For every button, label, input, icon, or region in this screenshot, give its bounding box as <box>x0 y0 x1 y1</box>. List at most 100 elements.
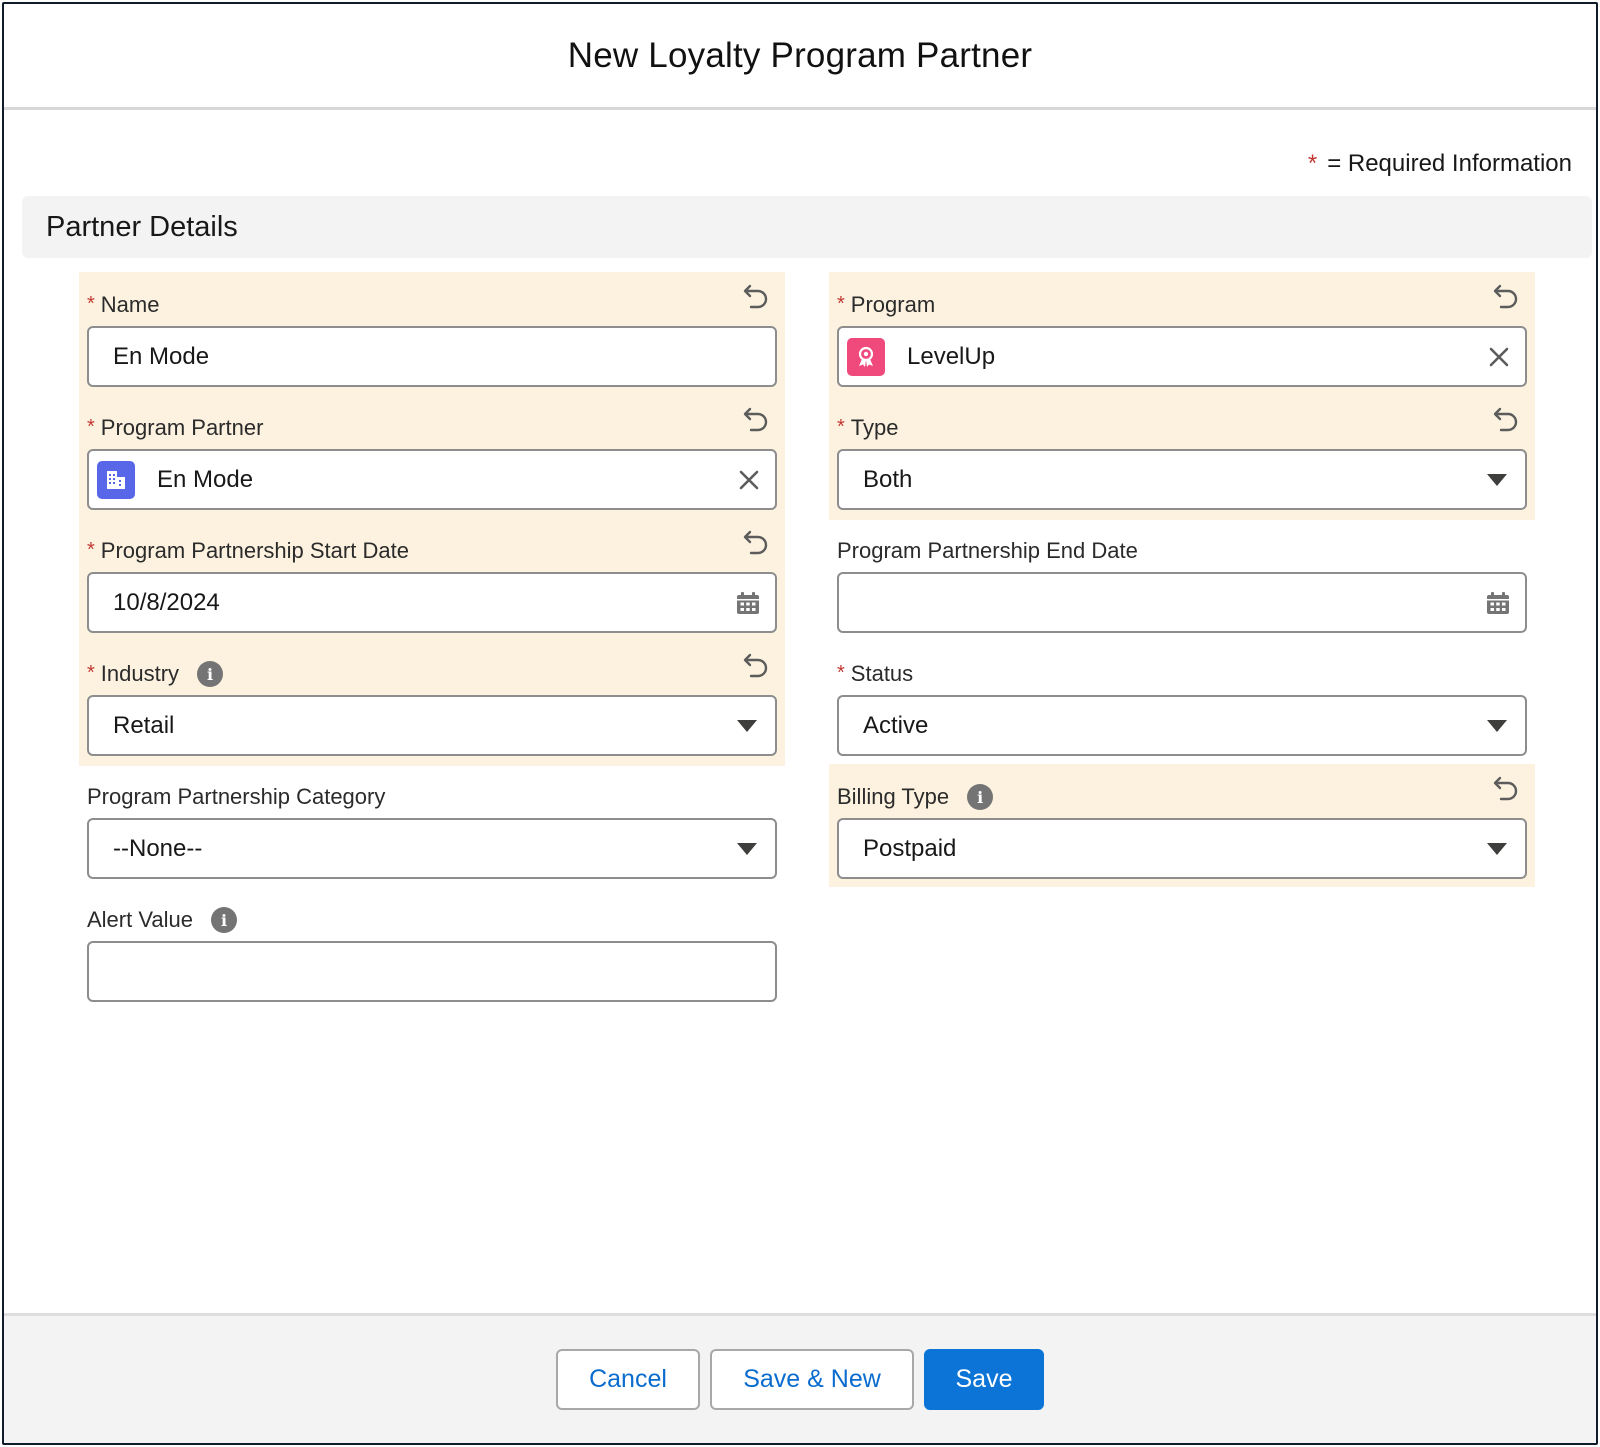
select-value: Postpaid <box>863 834 957 862</box>
field-label: Program Partnership Category <box>87 784 386 809</box>
field-industry: * Industry i Retail <box>79 641 785 766</box>
required-info-text: = Required Information <box>1327 150 1572 177</box>
label-row: Program Partnership Category <box>87 764 777 818</box>
field-label: Name <box>100 292 160 317</box>
close-icon[interactable] <box>1487 345 1511 369</box>
trail <box>1485 590 1511 616</box>
chevron-down-icon <box>737 842 757 855</box>
section-partner-details[interactable]: Partner Details <box>22 196 1592 258</box>
required-marker: * <box>837 293 845 315</box>
start-date-input[interactable]: 10/8/2024 <box>87 572 777 633</box>
input-value: En Mode <box>157 465 254 493</box>
award-icon <box>847 337 885 376</box>
undo-icon[interactable] <box>741 403 771 433</box>
field-type: * Type Both <box>829 395 1535 520</box>
undo-icon[interactable] <box>741 280 771 310</box>
required-marker: * <box>87 539 95 561</box>
select-value: Both <box>863 465 913 493</box>
chevron-down-icon <box>1487 719 1507 732</box>
program-partner-lookup[interactable]: En Mode <box>87 449 777 510</box>
label-row: * Program Partner <box>87 395 777 449</box>
field-label: Program Partner <box>100 415 264 440</box>
end-date-input[interactable] <box>837 572 1527 633</box>
chevron-down-icon <box>737 719 757 732</box>
info-icon[interactable]: i <box>210 907 237 933</box>
label-row: Program Partnership End Date <box>837 518 1527 572</box>
field-label: Alert Value <box>87 907 193 932</box>
select-value: Active <box>863 711 929 739</box>
label-row: Alert Value i <box>87 887 777 941</box>
type-select[interactable]: Both <box>837 449 1527 510</box>
field-label: Industry <box>100 661 180 686</box>
undo-icon[interactable] <box>741 649 771 679</box>
label-row: Billing Type i <box>837 764 1527 818</box>
trail <box>1487 473 1511 486</box>
label-row: * Program <box>837 272 1527 326</box>
name-input[interactable]: En Mode <box>87 326 777 387</box>
required-marker: * <box>87 293 95 315</box>
required-marker: * <box>87 416 95 438</box>
category-select[interactable]: --None-- <box>87 818 777 879</box>
field-status: * Status Active <box>829 641 1535 764</box>
trail <box>1487 719 1511 732</box>
undo-icon[interactable] <box>741 526 771 556</box>
field-billing-type: Billing Type i Postpaid <box>829 764 1535 887</box>
field-label: Billing Type <box>837 784 950 809</box>
field-label: Program <box>850 292 936 317</box>
select-value: Retail <box>113 711 175 739</box>
label-row: * Status <box>837 641 1527 695</box>
undo-icon[interactable] <box>1491 280 1521 310</box>
field-program-partner: * Program Partner En Mode <box>79 395 785 518</box>
close-icon[interactable] <box>737 468 761 492</box>
trail <box>737 468 761 492</box>
field-category: Program Partnership Category --None-- <box>79 764 785 887</box>
input-value: 10/8/2024 <box>113 588 220 616</box>
modal-header: New Loyalty Program Partner <box>4 4 1596 110</box>
billing-type-select[interactable]: Postpaid <box>837 818 1527 879</box>
chevron-down-icon <box>1487 842 1507 855</box>
modal-title: New Loyalty Program Partner <box>567 35 1033 75</box>
required-info-note: * = Required Information <box>1308 150 1572 178</box>
trail <box>735 590 761 616</box>
info-icon[interactable]: i <box>197 661 224 687</box>
input-value: LevelUp <box>907 342 996 370</box>
chevron-down-icon <box>1487 473 1507 486</box>
save-and-new-button[interactable]: Save & New <box>710 1349 914 1410</box>
calendar-icon[interactable] <box>735 590 761 616</box>
cancel-button[interactable]: Cancel <box>556 1349 700 1410</box>
undo-icon[interactable] <box>1491 772 1521 802</box>
trail <box>1487 842 1511 855</box>
field-name: * Name En Mode <box>79 272 785 395</box>
label-row: * Type <box>837 395 1527 449</box>
field-label: Program Partnership End Date <box>837 538 1138 563</box>
field-label: Type <box>850 415 899 440</box>
alert-value-input[interactable] <box>87 941 777 1002</box>
building-icon <box>97 460 135 499</box>
label-row: * Program Partnership Start Date <box>87 518 777 572</box>
section-title: Partner Details <box>46 210 238 243</box>
program-lookup[interactable]: LevelUp <box>837 326 1527 387</box>
field-label: Program Partnership Start Date <box>100 538 409 563</box>
required-marker: * <box>837 416 845 438</box>
required-marker: * <box>837 662 845 684</box>
calendar-icon[interactable] <box>1485 590 1511 616</box>
industry-select[interactable]: Retail <box>87 695 777 756</box>
modal-footer: Cancel Save & New Save <box>4 1313 1596 1443</box>
label-row: * Name <box>87 272 777 326</box>
info-icon[interactable]: i <box>967 784 994 810</box>
field-program: * Program LevelUp <box>829 272 1535 395</box>
label-row: * Industry i <box>87 641 777 695</box>
trail <box>1487 345 1511 369</box>
field-alert-value: Alert Value i <box>79 887 785 1010</box>
modal: New Loyalty Program Partner * = Required … <box>2 2 1598 1445</box>
field-start-date: * Program Partnership Start Date 10/8/20… <box>79 518 785 641</box>
save-button[interactable]: Save <box>924 1349 1044 1410</box>
input-value: En Mode <box>113 342 210 370</box>
trail <box>737 842 761 855</box>
required-marker: * <box>87 662 95 684</box>
field-end-date: Program Partnership End Date <box>829 518 1535 641</box>
select-value: --None-- <box>113 834 203 862</box>
status-select[interactable]: Active <box>837 695 1527 756</box>
undo-icon[interactable] <box>1491 403 1521 433</box>
field-label: Status <box>850 661 914 686</box>
